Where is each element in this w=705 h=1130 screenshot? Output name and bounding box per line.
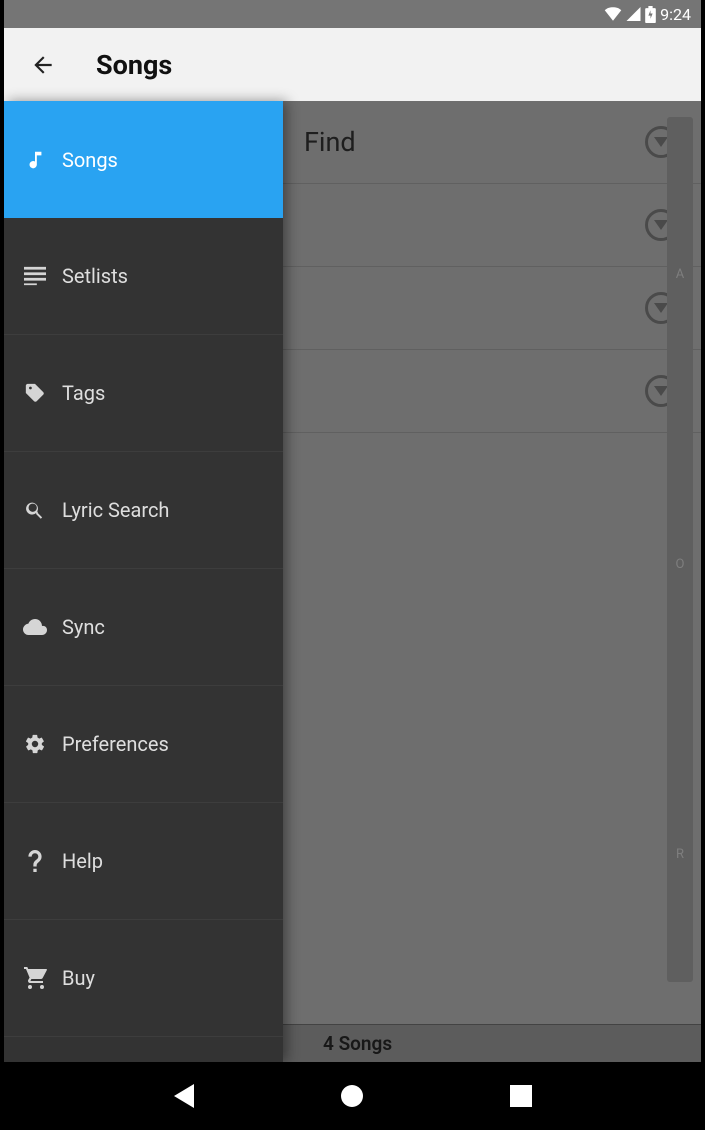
drawer-item-label: Sync — [62, 615, 105, 639]
list-icon — [22, 263, 48, 289]
drawer-item-label: Setlists — [62, 264, 128, 288]
drawer-item-songs[interactable]: Songs — [4, 101, 283, 218]
gear-icon — [22, 731, 48, 757]
drawer-item-label: Tags — [62, 381, 105, 405]
tag-icon — [22, 380, 48, 406]
system-nav-bar — [0, 1062, 705, 1130]
navigation-drawer: Songs Setlists Tags Lyric Search Sync — [4, 101, 283, 1062]
status-time: 9:24 — [660, 5, 691, 24]
nav-home-button[interactable] — [337, 1081, 367, 1111]
drawer-item-label: Buy — [62, 966, 95, 990]
help-icon — [22, 848, 48, 874]
drawer-item-preferences[interactable]: Preferences — [4, 686, 283, 803]
drawer-item-label: Lyric Search — [62, 498, 169, 522]
back-button[interactable] — [28, 50, 58, 80]
cloud-icon — [22, 614, 48, 640]
drawer-item-help[interactable]: Help — [4, 803, 283, 920]
drawer-item-label: Preferences — [62, 732, 169, 756]
drawer-item-tags[interactable]: Tags — [4, 335, 283, 452]
page-title: Songs — [96, 49, 172, 81]
signal-icon — [626, 7, 641, 21]
device-frame: 9:24 Songs Find — [0, 0, 705, 1130]
drawer-item-lyric-search[interactable]: Lyric Search — [4, 452, 283, 569]
wifi-icon — [604, 7, 622, 21]
nav-recent-button[interactable] — [506, 1081, 536, 1111]
status-bar: 9:24 — [4, 0, 701, 28]
drawer-item-setlists[interactable]: Setlists — [4, 218, 283, 335]
search-icon — [22, 497, 48, 523]
nav-back-button[interactable] — [169, 1081, 199, 1111]
drawer-item-label: Help — [62, 849, 103, 873]
music-note-icon — [22, 147, 48, 173]
app-bar: Songs — [4, 28, 701, 101]
battery-icon — [645, 6, 656, 23]
drawer-item-label: Songs — [62, 148, 118, 172]
drawer-item-sync[interactable]: Sync — [4, 569, 283, 686]
cart-icon — [22, 965, 48, 991]
scrim-overlay[interactable] — [283, 1024, 701, 1062]
drawer-item-buy[interactable]: Buy — [4, 920, 283, 1037]
